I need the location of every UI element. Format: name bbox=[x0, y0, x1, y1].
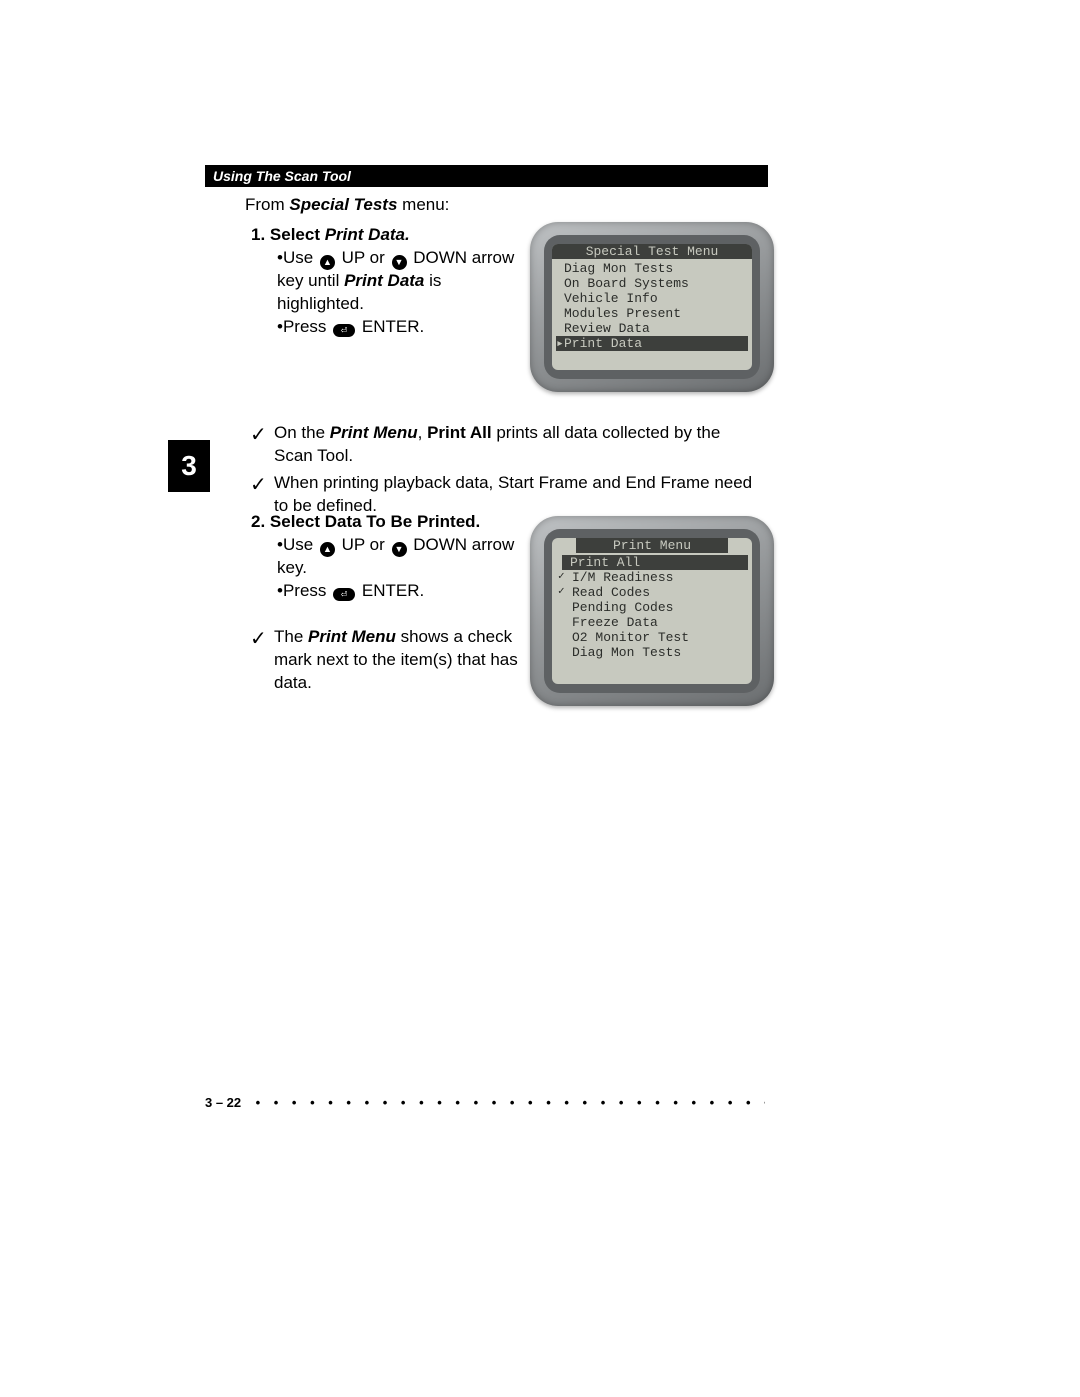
footer: 3 – 22 • • • • • • • • • • • • • • • • •… bbox=[205, 1095, 765, 1110]
step2-l2a: Press bbox=[283, 581, 331, 600]
enter-icon: ⏎ bbox=[333, 588, 355, 601]
screen-title: Special Test Menu bbox=[552, 244, 752, 259]
screen-item: Diag Mon Tests bbox=[556, 261, 748, 276]
step1-l2b: ENTER. bbox=[357, 317, 424, 336]
up-arrow-icon: ▲ bbox=[320, 255, 335, 270]
screen-item-label: Print Data bbox=[564, 336, 642, 351]
intro-suffix: menu: bbox=[397, 195, 449, 214]
step1-l2a: Press bbox=[283, 317, 331, 336]
check-line: ✓ The Print Menu shows a check mark next… bbox=[250, 626, 530, 695]
selection-marker-icon: ▸ bbox=[556, 336, 564, 351]
screen-title: Print Menu bbox=[576, 538, 728, 553]
step2-l2b: ENTER. bbox=[357, 581, 424, 600]
mid-checks: ✓ On the Print Menu, Print All prints al… bbox=[250, 418, 760, 518]
screen-item: Review Data bbox=[556, 321, 748, 336]
device-screen-2: Print Menu ▸Print All ✓I/M Readiness ✓Re… bbox=[552, 538, 752, 684]
screen-item: ✓ I/M Readiness bbox=[556, 570, 748, 585]
selection-marker-icon: ▸ bbox=[554, 555, 562, 570]
step2-body: Use ▲ UP or ▼ DOWN arrow key. Press ⏎ EN… bbox=[277, 534, 525, 603]
check-text: On the Print Menu, Print All prints all … bbox=[270, 422, 760, 468]
intro-prefix: From bbox=[245, 195, 289, 214]
intro-bold: Special Tests bbox=[289, 195, 397, 214]
checkmark-icon: ✓ bbox=[558, 570, 565, 585]
screen-item-label: O2 Monitor Test bbox=[572, 630, 689, 645]
screen-item: Pending Codes bbox=[556, 600, 748, 615]
check-line: ✓ When printing playback data, Start Fra… bbox=[250, 472, 760, 518]
screen-item: ✓ Read Codes bbox=[556, 585, 748, 600]
c1-b2: Print All bbox=[427, 423, 492, 442]
down-arrow-icon: ▼ bbox=[392, 255, 407, 270]
c1-pre: On the bbox=[274, 423, 330, 442]
screen-item-label: Diag Mon Tests bbox=[572, 645, 681, 660]
screen-item-label: I/M Readiness bbox=[572, 570, 673, 585]
step2-title: 2. Select Data To Be Printed. bbox=[251, 512, 525, 532]
step1-body: Use ▲ UP or ▼ DOWN arrow key until Print… bbox=[277, 247, 515, 339]
screen-item: Diag Mon Tests bbox=[556, 645, 748, 660]
check-text: When printing playback data, Start Frame… bbox=[270, 472, 760, 518]
screen-item-label: Read Codes bbox=[572, 585, 650, 600]
page-number: 3 – 22 bbox=[205, 1095, 241, 1110]
scan-tool-figure-2: Print Menu ▸Print All ✓I/M Readiness ✓Re… bbox=[530, 516, 774, 706]
manual-page: Using The Scan Tool 3 From Special Tests… bbox=[0, 0, 1080, 1397]
step1-title: 1. Select Print Data. bbox=[251, 225, 515, 245]
screen-item-label: Diag Mon Tests bbox=[564, 261, 673, 276]
up-arrow-icon: ▲ bbox=[320, 542, 335, 557]
enter-icon: ⏎ bbox=[333, 324, 355, 337]
lc-bold: Print Menu bbox=[308, 627, 396, 646]
screen-item: ▸Print Data bbox=[556, 336, 748, 351]
screen-item-label: Print All bbox=[570, 555, 640, 570]
step1-label: 1. Select bbox=[251, 225, 325, 244]
down-arrow-icon: ▼ bbox=[392, 542, 407, 557]
checkmark-icon: ✓ bbox=[558, 585, 565, 600]
screen-item-label: Review Data bbox=[564, 321, 650, 336]
intro-line: From Special Tests menu: bbox=[245, 195, 760, 215]
screen-item-label: Modules Present bbox=[564, 306, 681, 321]
screen-item: ▸Print All bbox=[562, 555, 748, 570]
section-header: Using The Scan Tool bbox=[205, 165, 768, 187]
device-screen-1: Special Test Menu Diag Mon Tests On Boar… bbox=[552, 244, 752, 370]
footer-dots: • • • • • • • • • • • • • • • • • • • • … bbox=[256, 1095, 765, 1110]
step2: 2. Select Data To Be Printed. Use ▲ UP o… bbox=[245, 512, 525, 603]
check-icon: ✓ bbox=[250, 422, 270, 468]
step1-l1a: Use bbox=[283, 248, 318, 267]
check-icon: ✓ bbox=[250, 626, 270, 695]
check-icon: ✓ bbox=[250, 472, 270, 518]
c1-b1: Print Menu bbox=[330, 423, 418, 442]
screen-item: Modules Present bbox=[556, 306, 748, 321]
step1-l1-bold: Print Data bbox=[344, 271, 424, 290]
step2-l1b: UP or bbox=[337, 535, 390, 554]
screen-item: Freeze Data bbox=[556, 615, 748, 630]
screen-item-label: On Board Systems bbox=[564, 276, 689, 291]
c1-mid: , bbox=[418, 423, 427, 442]
screen-item-label: Vehicle Info bbox=[564, 291, 658, 306]
step1-l1b: UP or bbox=[337, 248, 390, 267]
lower-check: ✓ The Print Menu shows a check mark next… bbox=[250, 622, 530, 695]
step1: 1. Select Print Data. Use ▲ UP or ▼ DOWN… bbox=[245, 225, 515, 339]
check-line: ✓ On the Print Menu, Print All prints al… bbox=[250, 422, 760, 468]
step2-l1a: Use bbox=[283, 535, 318, 554]
screen-item: Vehicle Info bbox=[556, 291, 748, 306]
lc-pre: The bbox=[274, 627, 308, 646]
screen-item: O2 Monitor Test bbox=[556, 630, 748, 645]
check-text: The Print Menu shows a check mark next t… bbox=[270, 626, 530, 695]
screen-item: On Board Systems bbox=[556, 276, 748, 291]
screen-item-label: Pending Codes bbox=[572, 600, 673, 615]
scan-tool-figure-1: Special Test Menu Diag Mon Tests On Boar… bbox=[530, 222, 774, 392]
chapter-tab: 3 bbox=[168, 440, 210, 492]
screen-item-label: Freeze Data bbox=[572, 615, 658, 630]
step1-italic: Print Data. bbox=[325, 225, 410, 244]
